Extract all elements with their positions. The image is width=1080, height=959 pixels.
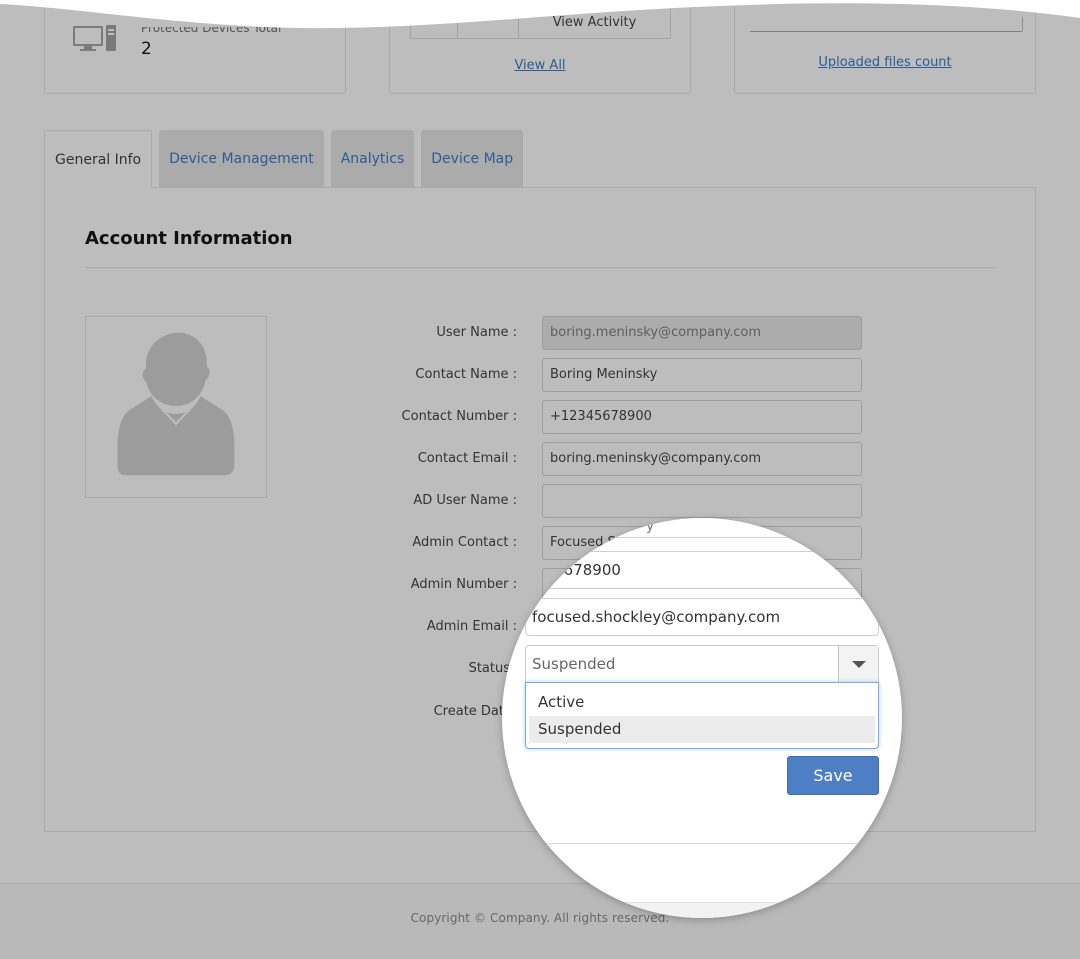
ad-user-name-label: AD User Name : — [413, 493, 517, 508]
field-contact-email: Contact Email : boring.meninsky@company.… — [0, 442, 1080, 476]
field-contact-name: Contact Name : Boring Meninsky — [0, 358, 1080, 392]
status-option-suspended[interactable]: Suspended — [529, 716, 875, 743]
status-dropdown-menu: Active Suspended — [525, 682, 879, 749]
status-option-active[interactable]: Active — [529, 689, 875, 716]
tab-device-management[interactable]: Device Management — [159, 130, 324, 187]
tab-analytics[interactable]: Analytics — [330, 130, 415, 187]
status-selected-value: Suspended — [532, 655, 616, 673]
contact-email-label: Contact Email : — [417, 451, 517, 466]
tab-bar: General Info Device Management Analytics… — [44, 130, 524, 188]
contact-name-label: Contact Name : — [415, 367, 517, 382]
user-name-input: boring.meninsky@company.com — [542, 316, 862, 350]
contact-email-input[interactable]: boring.meninsky@company.com — [542, 442, 862, 476]
status-select[interactable]: Suspended — [525, 645, 879, 683]
view-all-link[interactable]: View All — [390, 58, 690, 73]
zoomed-admin-contact-fragment: y — [646, 518, 655, 534]
field-user-name: User Name : boring.meninsky@company.com — [0, 316, 1080, 350]
uploaded-files-count-link[interactable]: Uploaded files count — [735, 55, 1035, 70]
admin-number-label: Admin Number : — [410, 577, 517, 592]
field-ad-user-name: AD User Name : — [0, 484, 1080, 518]
status-select-toggle[interactable] — [838, 646, 878, 682]
caret-down-icon — [851, 660, 866, 668]
title-divider — [85, 267, 996, 268]
admin-email-label: Admin Email : — [426, 619, 517, 634]
top-wave-edge — [0, 0, 1080, 29]
create-date-label: Create Dat — [433, 704, 504, 719]
zoomed-admin-contact-input[interactable]: y — [525, 518, 879, 538]
zoomed-panel-border — [502, 843, 902, 844]
zoom-magnifier: y +45678900 focused.shockley@company.com… — [502, 518, 902, 918]
zoomed-admin-number-input[interactable]: +45678900 — [525, 551, 879, 589]
contact-number-label: Contact Number : — [401, 409, 517, 424]
zoomed-admin-email-input[interactable]: focused.shockley@company.com — [525, 598, 879, 636]
save-button[interactable]: Save — [787, 756, 879, 795]
contact-number-input[interactable]: +12345678900 — [542, 400, 862, 434]
contact-name-input[interactable]: Boring Meninsky — [542, 358, 862, 392]
zoomed-footer — [502, 902, 902, 918]
tab-device-map[interactable]: Device Map — [421, 130, 524, 187]
ad-user-name-input[interactable] — [542, 484, 862, 518]
status-label: Status — [468, 661, 510, 676]
admin-contact-label: Admin Contact : — [412, 535, 517, 550]
field-contact-number: Contact Number : +12345678900 — [0, 400, 1080, 434]
user-name-label: User Name : — [436, 325, 517, 340]
devices-total-value: 2 — [141, 39, 152, 59]
tab-general-info[interactable]: General Info — [44, 130, 153, 188]
account-information-title: Account Information — [85, 228, 293, 249]
